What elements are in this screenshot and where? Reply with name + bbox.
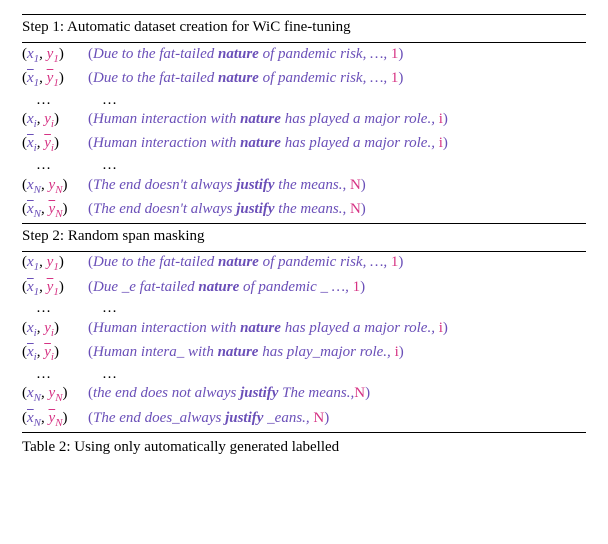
- row-example: (Due to the fat-tailed nature of pandemi…: [88, 45, 403, 65]
- step1-table: (x1, y1)(Due to the fat-tailed nature of…: [22, 43, 586, 223]
- step1-title: Step 1: Automatic dataset creation for W…: [22, 15, 586, 42]
- table-row: (x1, y1)(Due _e fat-tailed nature of pan…: [22, 276, 586, 300]
- table-row: (xi, yi)(Human interaction with nature h…: [22, 109, 586, 133]
- row-symbol: (xi, yi): [22, 110, 88, 131]
- ellipsis-row: ……: [22, 92, 586, 109]
- row-symbol: (xi, yi): [22, 343, 88, 364]
- row-example: (the end does not always justify The mea…: [88, 384, 370, 404]
- table-row: (x1, y1)(Due to the fat-tailed nature of…: [22, 67, 586, 91]
- ellipsis-row: ……: [22, 366, 586, 383]
- row-symbol: (x1, y1): [22, 253, 88, 274]
- row-symbol: (x1, y1): [22, 45, 88, 66]
- row-symbol: (x1, y1): [22, 278, 88, 299]
- row-example: (Human interaction with nature has playe…: [88, 110, 448, 130]
- table-caption: Table 2: Using only automatically genera…: [22, 433, 586, 456]
- row-symbol: (xN, yN): [22, 200, 88, 221]
- row-example: (Human interaction with nature has playe…: [88, 319, 448, 339]
- row-example: (The end does_always justify _eans., N): [88, 409, 329, 429]
- table-row: (xi, yi)(Human interaction with nature h…: [22, 133, 586, 157]
- caption-body: Using only automatically generated label…: [74, 439, 339, 455]
- table-row: (x1, y1)(Due to the fat-tailed nature of…: [22, 252, 586, 276]
- table-row: (xi, yi)(Human interaction with nature h…: [22, 317, 586, 341]
- table-row: (xi, yi)(Human intera_ with nature has p…: [22, 342, 586, 366]
- row-symbol: (xN, yN): [22, 384, 88, 405]
- row-example: (The end doesn't always justify the mean…: [88, 200, 366, 220]
- step2-table: (x1, y1)(Due to the fat-tailed nature of…: [22, 252, 586, 432]
- table-row: (xN, yN)(The end doesn't always justify …: [22, 198, 586, 222]
- step2-title: Step 2: Random span masking: [22, 224, 586, 251]
- row-example: (Human intera_ with nature has play_majo…: [88, 343, 404, 363]
- table-row: (x1, y1)(Due to the fat-tailed nature of…: [22, 43, 586, 67]
- row-example: (Human interaction with nature has playe…: [88, 134, 448, 154]
- ellipsis-row: ……: [22, 300, 586, 317]
- row-example: (Due _e fat-tailed nature of pandemic _ …: [88, 278, 365, 298]
- caption-label: Table 2:: [22, 439, 74, 455]
- row-symbol: (xi, yi): [22, 134, 88, 155]
- row-symbol: (xi, yi): [22, 319, 88, 340]
- table-row: (xN, yN)(The end doesn't always justify …: [22, 174, 586, 198]
- row-symbol: (x1, y1): [22, 69, 88, 90]
- row-example: (Due to the fat-tailed nature of pandemi…: [88, 253, 403, 273]
- row-example: (Due to the fat-tailed nature of pandemi…: [88, 69, 403, 89]
- row-symbol: (xN, yN): [22, 409, 88, 430]
- table-row: (xN, yN)(the end does not always justify…: [22, 383, 586, 407]
- row-symbol: (xN, yN): [22, 176, 88, 197]
- ellipsis-row: ……: [22, 157, 586, 174]
- row-example: (The end doesn't always justify the mean…: [88, 176, 366, 196]
- table-row: (xN, yN)(The end does_always justify _ea…: [22, 407, 586, 431]
